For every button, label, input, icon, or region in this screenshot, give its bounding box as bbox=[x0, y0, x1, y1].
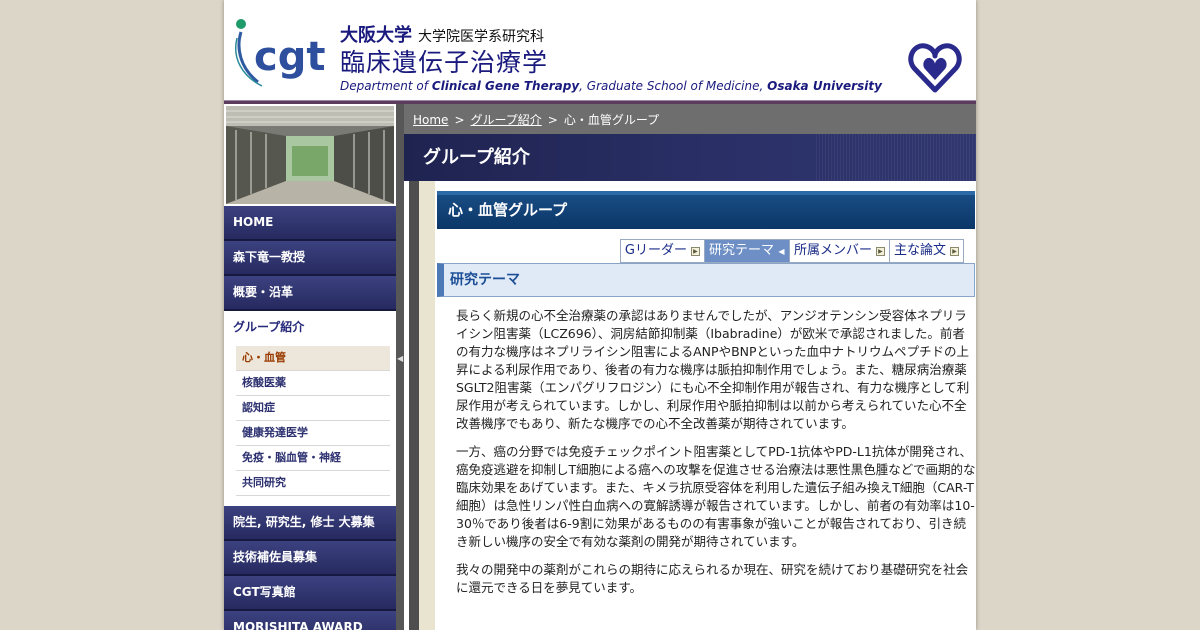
tab-publications[interactable]: 主な論文 ▶ bbox=[889, 240, 963, 262]
content-area: 心・血管グループ Gリーダー ▶ 研究テーマ ◀ 所属メンバー ▶ 主な論文 ▶ 研究テ… bbox=[419, 181, 976, 630]
page: cgt 大阪大学 大学院医学系研究科 臨床遺伝子治療学 Department of… bbox=[224, 0, 976, 630]
breadcrumb-home[interactable]: Home bbox=[413, 113, 448, 127]
subnav-nucleic-acid[interactable]: 核酸医薬 bbox=[236, 371, 390, 396]
subnav-joint-research[interactable]: 共同研究 bbox=[236, 471, 390, 496]
arrow-right-icon: ▶ bbox=[950, 246, 959, 256]
breadcrumb: Home > グループ紹介 > 心・血管グループ bbox=[404, 104, 976, 134]
cgt-logo[interactable]: cgt bbox=[232, 18, 332, 94]
nav-photo-gallery[interactable]: CGT写真館 bbox=[224, 576, 396, 611]
page-title: グループ紹介 bbox=[404, 134, 976, 181]
department-english: Department of Clinical Gene Therapy, Gra… bbox=[340, 79, 882, 93]
arrow-left-icon: ◀ bbox=[778, 246, 785, 256]
building-photo bbox=[226, 106, 394, 204]
dept-en-mid: , Graduate School of Medicine, bbox=[579, 79, 768, 93]
logo-text: cgt bbox=[254, 34, 325, 80]
nav-recruit-assistants[interactable]: 技術補佐員募集 bbox=[224, 541, 396, 576]
arrow-right-icon: ▶ bbox=[875, 246, 885, 256]
osaka-university-emblem-icon[interactable] bbox=[908, 40, 962, 98]
group-tabs: Gリーダー ▶ 研究テーマ ◀ 所属メンバー ▶ 主な論文 ▶ bbox=[619, 239, 964, 263]
sidebar: HOME 森下竜一教授 概要・沿革 グループ紹介 心・血管 核酸医薬 認知症 健… bbox=[224, 104, 396, 630]
section-title: 研究テーマ bbox=[437, 263, 975, 297]
subnav-health-development[interactable]: 健康発達医学 bbox=[236, 421, 390, 446]
nav-professor[interactable]: 森下竜一教授 bbox=[224, 241, 396, 276]
nav-groups[interactable]: グループ紹介 bbox=[224, 311, 396, 344]
sidebar-divider bbox=[396, 104, 404, 630]
breadcrumb-groups[interactable]: グループ紹介 bbox=[471, 113, 542, 127]
dept-en-univ: Osaka University bbox=[767, 79, 882, 93]
breadcrumb-separator: > bbox=[454, 113, 465, 127]
subnav-immunology[interactable]: 免疫・脳血管・神経 bbox=[236, 446, 390, 471]
paragraph: 一方、癌の分野では免疫チェックポイント阻害薬としてPD-1抗体やPD-L1抗体が… bbox=[456, 444, 976, 549]
subnav-dementia[interactable]: 認知症 bbox=[236, 396, 390, 421]
side-navigation: HOME 森下竜一教授 概要・沿革 グループ紹介 心・血管 核酸医薬 認知症 健… bbox=[224, 206, 396, 630]
dept-en-prefix: Department of bbox=[340, 79, 432, 93]
tab-members[interactable]: 所属メンバー ▶ bbox=[789, 240, 890, 262]
arrow-right-icon: ▶ bbox=[690, 246, 700, 256]
nav-recruit-students[interactable]: 院生, 研究生, 修士 大募集 bbox=[224, 506, 396, 541]
content-frame: 心・血管グループ Gリーダー ▶ 研究テーマ ◀ 所属メンバー ▶ 主な論文 ▶ 研究テ… bbox=[409, 181, 976, 630]
breadcrumb-separator: > bbox=[547, 113, 558, 127]
nav-overview[interactable]: 概要・沿革 bbox=[224, 276, 396, 311]
dept-en-dept: Clinical Gene Therapy bbox=[431, 79, 580, 93]
group-title: 心・血管グループ bbox=[437, 191, 975, 229]
department-title: 臨床遺伝子治療学 bbox=[340, 48, 549, 77]
tab-group-leader[interactable]: Gリーダー ▶ bbox=[620, 240, 705, 262]
tab-label: 所属メンバー bbox=[793, 243, 872, 258]
research-description: 長らく新規の心不全治療薬の承認はありませんでしたが、アンジオテンシン受容体ネプリ… bbox=[456, 307, 976, 607]
tab-label: 主な論文 bbox=[893, 243, 946, 258]
nav-morishita-award[interactable]: MORISHITA AWARD bbox=[224, 611, 396, 630]
nav-home[interactable]: HOME bbox=[224, 206, 396, 241]
tab-research-theme[interactable]: 研究テーマ ◀ bbox=[704, 240, 790, 262]
tab-label: Gリーダー bbox=[624, 243, 687, 258]
groups-subnav: 心・血管 核酸医薬 認知症 健康発達医学 免疫・脳血管・神経 共同研究 bbox=[224, 344, 396, 506]
site-header: cgt 大阪大学 大学院医学系研究科 臨床遺伝子治療学 Department of… bbox=[224, 0, 976, 100]
tab-label: 研究テーマ bbox=[708, 243, 774, 258]
paragraph: 我々の開発中の薬剤がこれらの期待に応えられるか現在、研究を続けており基礎研究を社… bbox=[456, 562, 969, 595]
subnav-cardiovascular[interactable]: 心・血管 bbox=[236, 346, 390, 371]
breadcrumb-current: 心・血管グループ bbox=[563, 113, 660, 127]
collapse-arrow-icon[interactable]: ◀ bbox=[397, 354, 403, 363]
paragraph: 長らく新規の心不全治療薬の承認はありませんでしたが、アンジオテンシン受容体ネプリ… bbox=[456, 308, 970, 431]
